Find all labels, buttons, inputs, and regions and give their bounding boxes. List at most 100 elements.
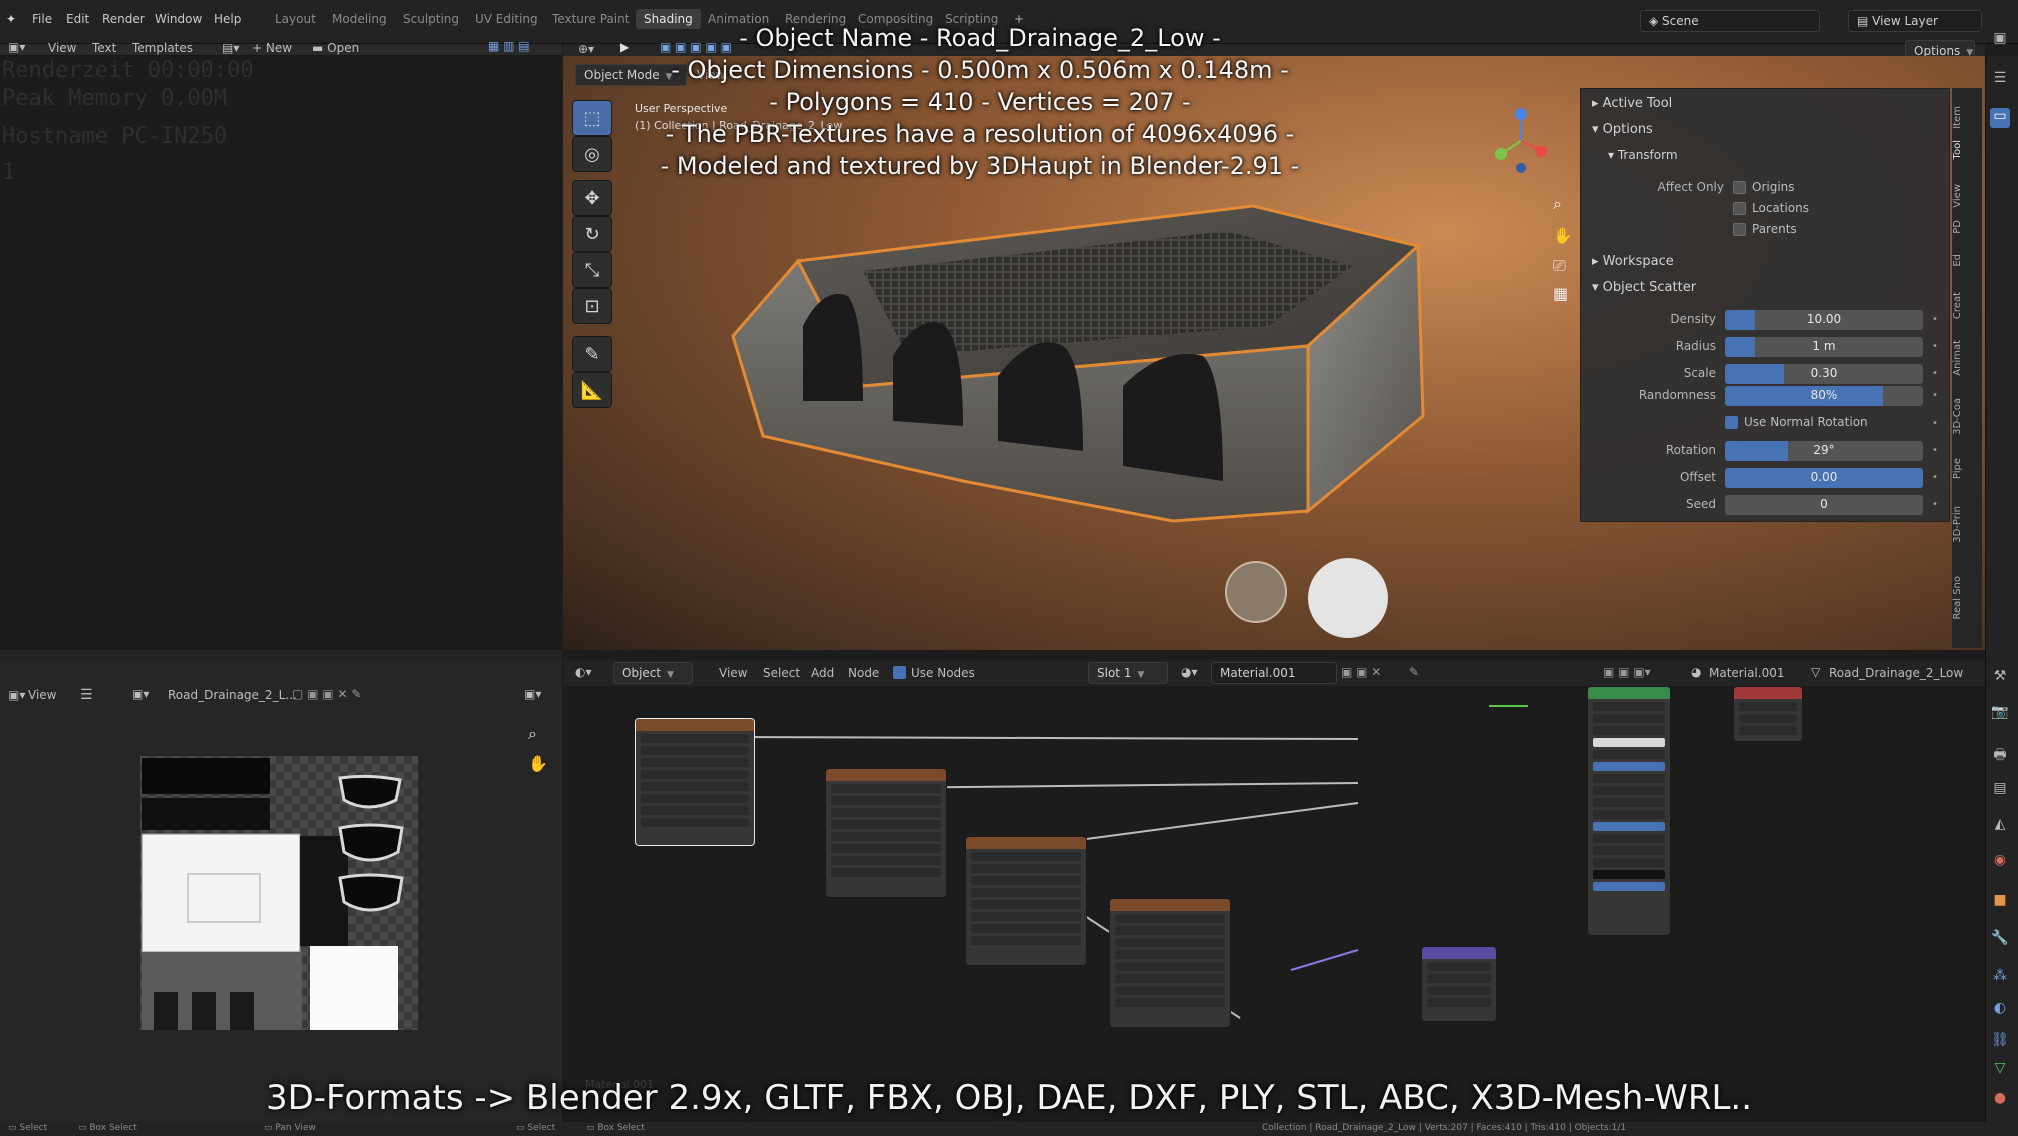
workspace-panel-header[interactable]: ▸ Workspace	[1592, 254, 1674, 269]
sidebar-tab-3dcoa[interactable]: 3D-Coa	[1952, 398, 1982, 435]
image-name-field[interactable]: Road_Drainage_2_L...	[168, 688, 297, 702]
rotation-slider[interactable]: 29°	[1725, 441, 1923, 461]
image-texture-node[interactable]	[635, 718, 755, 846]
ortho-grid-icon[interactable]: ▦	[1553, 284, 1568, 303]
modifier-properties-icon[interactable]: 🔧	[1990, 930, 2010, 950]
keyframe-dot-icon[interactable]: •	[1932, 418, 1938, 429]
shader-node-editor[interactable]: ◐▾ Object ▼ View Select Add Node Use Node…	[563, 660, 1985, 1122]
workspace-tab-uv-editing[interactable]: UV Editing	[475, 12, 538, 26]
keyframe-dot-icon[interactable]: •	[1932, 472, 1938, 483]
properties-editor-type-icon[interactable]: ▣	[1990, 30, 2010, 50]
constraints-properties-icon[interactable]: ⛓	[1990, 1032, 2010, 1052]
normal-map-node[interactable]	[1421, 946, 1497, 1022]
image-datablock-icons[interactable]: ▢ ▣ ▣ ✕ ✎	[292, 687, 361, 701]
randomness-slider[interactable]: 80%	[1725, 386, 1923, 406]
particles-properties-icon[interactable]: ⁂	[1990, 968, 2010, 988]
image-texture-node[interactable]	[1109, 898, 1231, 1028]
view-layer-properties-icon[interactable]: ▤	[1990, 780, 2010, 800]
sidebar-tab-tool[interactable]: Tool	[1952, 140, 1982, 159]
image-editor-mode-icon[interactable]: ▣▾	[524, 687, 541, 701]
hamburger-menu-icon[interactable]: ☰	[80, 687, 93, 703]
material-output-node[interactable]	[1733, 686, 1803, 742]
blender-logo-icon[interactable]: ✦	[6, 12, 16, 26]
new-text-button[interactable]: + New	[252, 41, 292, 55]
image-editor-view-menu[interactable]: View	[28, 688, 56, 702]
sidebar-tab-pipe[interactable]: Pipe	[1952, 458, 1982, 479]
object-scatter-panel-header[interactable]: ▾ Object Scatter	[1592, 280, 1696, 295]
outliner-icon[interactable]: ☰	[1990, 70, 2010, 90]
world-properties-icon[interactable]: ◉	[1990, 852, 2010, 872]
menu-edit[interactable]: Edit	[66, 12, 89, 26]
principled-bsdf-node[interactable]	[1587, 686, 1671, 936]
keyframe-dot-icon[interactable]: •	[1932, 368, 1938, 379]
view-layer-selector[interactable]: ▤ View Layer	[1848, 10, 1982, 32]
radius-slider[interactable]: 1 m	[1725, 337, 1923, 357]
menu-window[interactable]: Window	[155, 12, 202, 26]
transform-tool-icon[interactable]: ⊡	[572, 288, 612, 324]
sidebar-tab-creat[interactable]: Creat	[1952, 292, 1982, 319]
text-editor-text-menu[interactable]: Text	[92, 41, 116, 55]
text-editor-view-menu[interactable]: View	[48, 41, 76, 55]
menu-file[interactable]: File	[32, 12, 52, 26]
scale-slider[interactable]: 0.30	[1725, 364, 1923, 384]
image-browse-icon[interactable]: ▣▾	[132, 687, 149, 701]
data-properties-icon[interactable]: ▽	[1990, 1060, 2010, 1080]
open-text-button[interactable]: ▬ Open	[312, 41, 359, 55]
pan-hand-icon[interactable]: ✋	[1553, 226, 1573, 245]
keyframe-dot-icon[interactable]: •	[1932, 445, 1938, 456]
image-editor[interactable]: ▣▾ View ☰ ▣▾ Road_Drainage_2_L... ▢ ▣ ▣ …	[0, 660, 562, 1122]
text-editor[interactable]: Renderzeit 00:00:00 Peak Memory 0.00M Ho…	[0, 56, 562, 650]
zoom-icon[interactable]: ⌕	[528, 724, 537, 744]
sidebar-tab-item[interactable]: Item	[1952, 106, 1982, 129]
image-texture-node[interactable]	[965, 836, 1087, 966]
menu-help[interactable]: Help	[214, 12, 241, 26]
menu-render[interactable]: Render	[102, 12, 145, 26]
text-editor-templates-menu[interactable]: Templates	[132, 41, 193, 55]
workspace-tab-sculpting[interactable]: Sculpting	[403, 12, 459, 26]
measure-tool-icon[interactable]: 📐	[572, 372, 612, 408]
render-properties-icon[interactable]: 📷	[1990, 704, 2010, 724]
navigation-gizmo[interactable]	[1491, 106, 1551, 176]
origins-checkbox[interactable]	[1733, 181, 1746, 194]
viewport-editor-type-icon[interactable]: ⊕▾	[578, 42, 594, 56]
sidebar-tab-view[interactable]: View	[1952, 184, 1982, 208]
output-properties-icon[interactable]: 🖶	[1990, 744, 2010, 764]
pan-hand-icon[interactable]: ✋	[528, 754, 548, 773]
use-normal-rotation-checkbox[interactable]	[1725, 416, 1738, 429]
transform-subpanel-header[interactable]: ▾ Transform	[1608, 148, 1678, 162]
image-editor-type-icon[interactable]: ▣▾	[8, 688, 25, 702]
tool-properties-icon[interactable]: ⚒	[1990, 668, 2010, 688]
workspace-tab-modeling[interactable]: Modeling	[332, 12, 387, 26]
parents-checkbox[interactable]	[1733, 223, 1746, 236]
sidebar-tab-3dprin[interactable]: 3D-Prin	[1952, 506, 1982, 543]
active-tab-icon[interactable]: ▭	[1990, 108, 2010, 128]
zoom-icon[interactable]: ⌕	[1553, 194, 1562, 214]
sidebar-tab-animat[interactable]: Animat	[1952, 340, 1982, 376]
density-slider[interactable]: 10.00	[1725, 310, 1923, 330]
seed-slider[interactable]: 0	[1725, 495, 1923, 515]
scene-selector[interactable]: ◈ Scene	[1640, 10, 1820, 32]
sidebar-tab-ed[interactable]: Ed	[1952, 254, 1982, 267]
image-texture-node[interactable]	[825, 768, 947, 898]
sidebar-tab-pd[interactable]: PD	[1952, 220, 1982, 234]
editor-type-icon[interactable]: ▣▾	[8, 40, 25, 54]
active-tool-panel-header[interactable]: ▸ Active Tool	[1592, 96, 1672, 111]
options-panel-header[interactable]: ▾ Options	[1592, 122, 1653, 137]
move-tool-icon[interactable]: ✥	[572, 180, 612, 216]
keyframe-dot-icon[interactable]: •	[1932, 341, 1938, 352]
annotate-tool-icon[interactable]: ✎	[572, 336, 612, 372]
layout-toggle-icons[interactable]: ▦ ▥ ▤	[488, 39, 530, 53]
scale-tool-icon[interactable]: ⤡	[572, 252, 612, 288]
keyframe-dot-icon[interactable]: •	[1932, 314, 1938, 325]
scene-properties-icon[interactable]: ◭	[1990, 816, 2010, 836]
offset-slider[interactable]: 0.00	[1725, 468, 1923, 488]
camera-icon[interactable]: ⎚	[1553, 256, 1566, 276]
physics-properties-icon[interactable]: ◐	[1990, 1000, 2010, 1020]
text-block-icon[interactable]: ▤▾	[222, 41, 239, 55]
locations-checkbox[interactable]	[1733, 202, 1746, 215]
sidebar-tab-real-snow[interactable]: Real Sno	[1952, 576, 1982, 620]
keyframe-dot-icon[interactable]: •	[1932, 499, 1938, 510]
rotate-tool-icon[interactable]: ↻	[572, 216, 612, 252]
keyframe-dot-icon[interactable]: •	[1932, 390, 1938, 401]
object-properties-icon[interactable]: ■	[1990, 892, 2010, 912]
